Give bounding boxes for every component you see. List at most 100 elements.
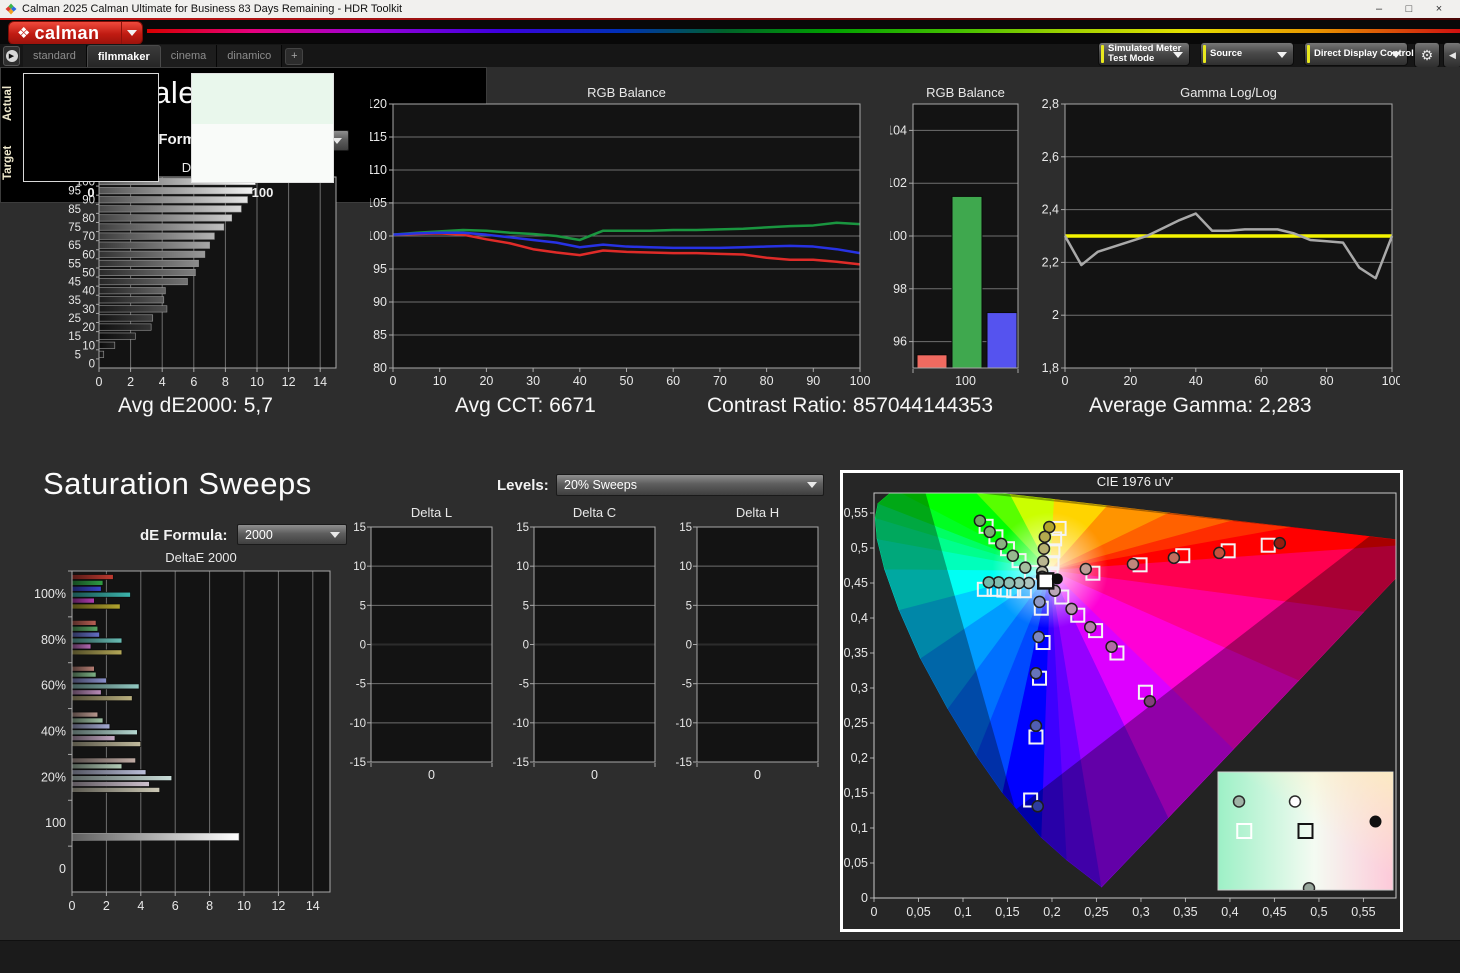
window-title: Calman 2025 Calman Ultimate for Business… [22, 3, 402, 15]
svg-text:30: 30 [82, 304, 95, 316]
delta-c-chart: Delta C151050-5-10-150 [513, 505, 659, 783]
svg-text:15: 15 [516, 522, 529, 534]
tab-dinamico[interactable]: dinamico [217, 45, 282, 67]
add-tab-button[interactable]: + [285, 48, 303, 65]
svg-text:100: 100 [890, 229, 907, 243]
settings-button[interactable]: ⚙ [1414, 42, 1440, 68]
svg-text:0,1: 0,1 [954, 905, 971, 919]
svg-text:0: 0 [686, 640, 692, 652]
svg-text:-5: -5 [682, 679, 692, 691]
svg-text:0,4: 0,4 [1221, 905, 1238, 919]
gear-icon: ⚙ [1421, 47, 1434, 64]
svg-text:100: 100 [955, 374, 976, 385]
svg-text:70: 70 [82, 231, 95, 243]
chevron-down-icon [1391, 52, 1401, 58]
svg-text:20: 20 [82, 322, 95, 334]
svg-text:-15: -15 [676, 757, 692, 769]
logo-menu-button[interactable] [121, 22, 142, 44]
svg-text:35: 35 [68, 295, 81, 307]
svg-text:RGB Balance: RGB Balance [587, 85, 666, 100]
svg-text:0,15: 0,15 [844, 786, 868, 800]
layout-tabs: standard filmmaker cinema dinamico + [23, 45, 303, 67]
collapse-panel-button[interactable]: ◀ [1443, 42, 1460, 68]
levels-select[interactable]: 20% Sweeps [556, 474, 824, 496]
gamma-chart: Gamma Log/Log1,822,22,42,62,802040608010… [1040, 85, 1400, 385]
cie-chromaticity-chart: CIE 1976 u'v'000,050,050,10,10,150,150,2… [843, 473, 1400, 929]
svg-text:70: 70 [713, 374, 727, 385]
svg-text:1,8: 1,8 [1042, 361, 1059, 375]
svg-text:10: 10 [353, 561, 366, 573]
app-icon [5, 3, 17, 15]
svg-text:75: 75 [68, 222, 81, 234]
svg-text:20%: 20% [41, 770, 66, 784]
svg-text:55: 55 [68, 258, 81, 270]
svg-text:5: 5 [686, 600, 692, 612]
svg-text:60: 60 [82, 249, 95, 261]
svg-text:105: 105 [370, 196, 387, 210]
svg-text:0,55: 0,55 [1351, 905, 1375, 919]
svg-text:100%: 100% [34, 587, 66, 601]
svg-text:50: 50 [82, 268, 95, 280]
svg-text:0: 0 [89, 358, 95, 370]
svg-text:20: 20 [479, 374, 493, 385]
play-button[interactable]: ▶ [3, 46, 20, 66]
swatch-0 [23, 73, 159, 182]
svg-text:85: 85 [373, 328, 387, 342]
svg-text:100: 100 [45, 816, 66, 830]
contrast-ratio-stat: Contrast Ratio: 857044144353 [707, 394, 993, 418]
tab-filmmaker[interactable]: filmmaker [87, 45, 161, 67]
de-formula-select-2[interactable]: 2000 [237, 524, 347, 545]
svg-text:0,05: 0,05 [844, 856, 868, 870]
svg-text:2,4: 2,4 [1042, 203, 1059, 217]
svg-text:-10: -10 [350, 718, 366, 730]
svg-text:-15: -15 [350, 757, 366, 769]
source-button[interactable]: Source [1200, 42, 1294, 66]
svg-text:14: 14 [313, 375, 327, 389]
svg-text:10: 10 [433, 374, 447, 385]
cie-1976-panel: CIE 1976 u'v'000,050,050,10,10,150,150,2… [840, 470, 1403, 932]
svg-text:0,55: 0,55 [844, 506, 868, 520]
svg-text:100: 100 [850, 374, 870, 385]
direct-display-control-button[interactable]: Direct Display Control [1304, 42, 1408, 66]
levels-label: Levels: [497, 477, 549, 494]
svg-text:0,3: 0,3 [1132, 905, 1149, 919]
svg-text:0,4: 0,4 [851, 611, 868, 625]
minimize-icon[interactable]: – [1364, 3, 1394, 15]
svg-text:85: 85 [68, 204, 81, 216]
actual-row-label: Actual [2, 77, 18, 129]
restore-icon[interactable]: □ [1394, 3, 1424, 15]
chevron-down-icon [127, 30, 137, 36]
svg-text:120: 120 [370, 97, 387, 111]
svg-text:0,45: 0,45 [844, 576, 868, 590]
calman-logo-button[interactable]: ❖ calman [8, 21, 143, 45]
svg-text:30: 30 [526, 374, 540, 385]
svg-text:-5: -5 [356, 679, 366, 691]
close-icon[interactable]: × [1424, 3, 1454, 15]
svg-text:0,25: 0,25 [1084, 905, 1108, 919]
svg-text:65: 65 [68, 240, 81, 252]
svg-text:5: 5 [360, 600, 366, 612]
svg-text:-10: -10 [513, 718, 529, 730]
svg-text:40: 40 [1189, 374, 1203, 385]
saturation-heading: Saturation Sweeps [43, 466, 312, 502]
svg-text:80: 80 [1320, 374, 1334, 385]
svg-text:60: 60 [1254, 374, 1268, 385]
svg-text:102: 102 [890, 176, 907, 190]
swatch-100-label: 100 [191, 185, 334, 200]
delta-h-chart: Delta H151050-5-10-150 [676, 505, 822, 783]
swatch-0-target [24, 123, 158, 181]
svg-text:6: 6 [172, 899, 179, 913]
tab-standard[interactable]: standard [23, 45, 87, 67]
svg-text:0: 0 [861, 891, 868, 905]
svg-text:90: 90 [373, 295, 387, 309]
svg-text:0: 0 [1062, 374, 1069, 385]
simulated-meter-button[interactable]: Simulated Meter Test Mode [1098, 42, 1190, 66]
svg-text:-5: -5 [519, 679, 529, 691]
svg-text:12: 12 [271, 899, 285, 913]
avg-cct-stat: Avg CCT: 6671 [455, 394, 596, 418]
svg-text:50: 50 [620, 374, 634, 385]
chevron-left-icon: ◀ [1449, 50, 1456, 61]
rgb-balance-bar-chart: RGB Balance9698100102104100 [890, 85, 1030, 385]
tab-cinema[interactable]: cinema [161, 45, 217, 67]
delta-l-chart: Delta L151050-5-10-150 [350, 505, 496, 783]
